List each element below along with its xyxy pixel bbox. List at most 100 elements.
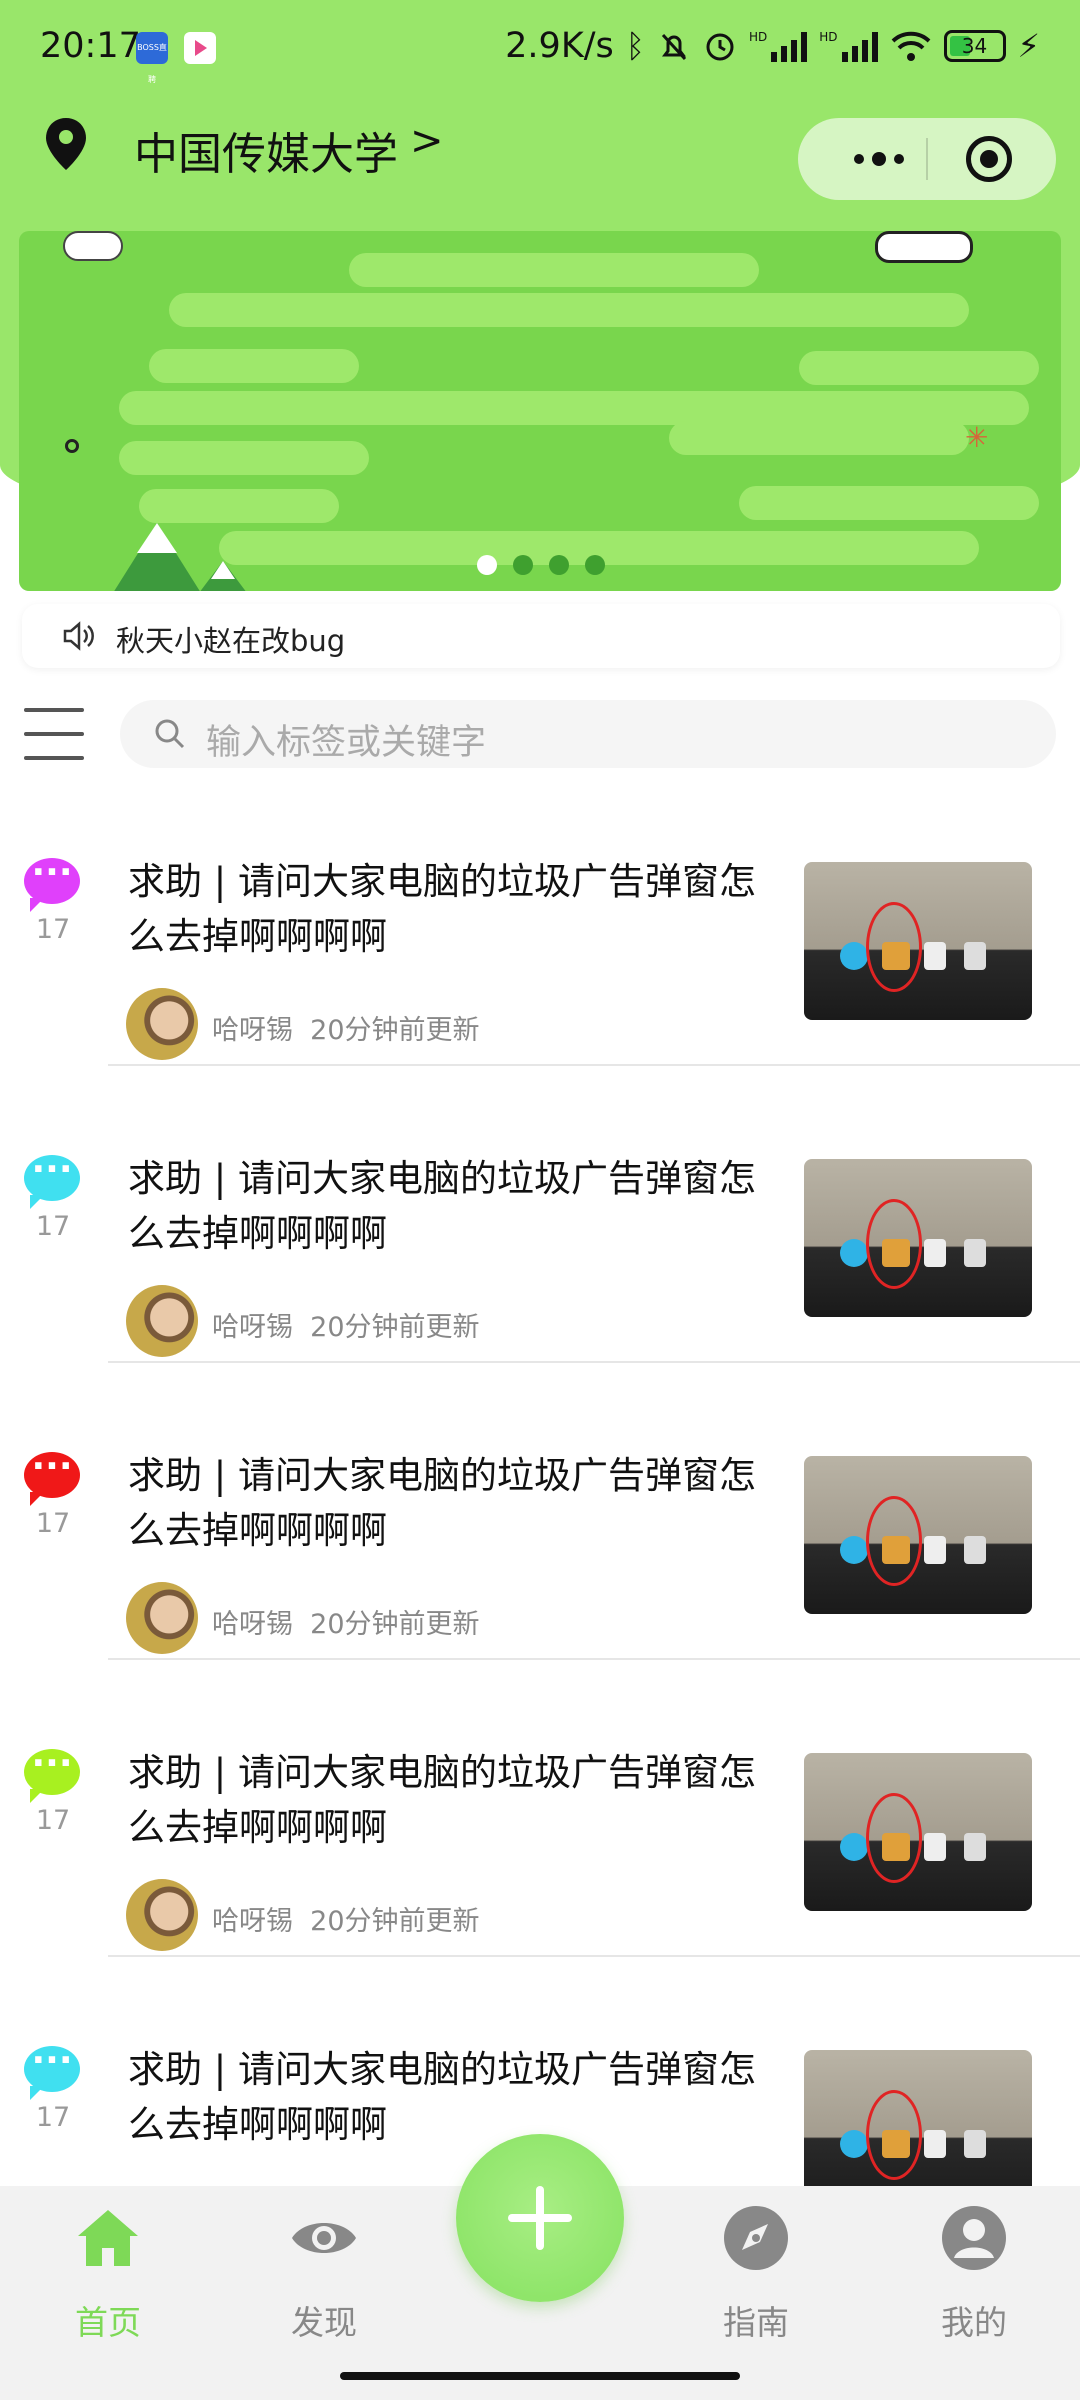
home-icon [78, 2210, 138, 2266]
post-thumbnail[interactable] [804, 1753, 1032, 1911]
signal1-label: HD [749, 30, 768, 44]
more-icon[interactable] [834, 118, 924, 200]
post-title[interactable]: 求助 | 请问大家电脑的垃圾广告弹窗怎么去掉啊啊啊啊 [128, 854, 778, 964]
status-bar: 20:17 BOSS直聘 2.9K/s ᛒ HD HD 34 ⚡ [0, 0, 1080, 96]
comment-count: 17 [35, 914, 71, 945]
post-thumbnail[interactable] [804, 1456, 1032, 1614]
banner-stripe [349, 253, 759, 287]
post-thumbnail[interactable] [804, 1159, 1032, 1317]
post-meta: 哈呀锡 20分钟前更新 [212, 1008, 480, 1047]
author-name: 哈呀锡 [212, 1906, 293, 1937]
post-title[interactable]: 求助 | 请问大家电脑的垃圾广告弹窗怎么去掉啊啊啊啊 [128, 1448, 778, 1558]
mountain-icon [193, 561, 253, 591]
banner-stripe [139, 489, 339, 523]
avatar[interactable] [126, 1582, 198, 1654]
avatar[interactable] [126, 988, 198, 1060]
signal2-label: HD [819, 30, 838, 44]
search-input[interactable]: 输入标签或关键字 [120, 700, 1056, 768]
banner-stripe [119, 391, 1029, 425]
post-thumbnail[interactable] [804, 862, 1032, 1020]
tab-home[interactable]: 首页 [38, 2186, 178, 2342]
avatar[interactable] [126, 1879, 198, 1951]
post-meta: 哈呀锡 20分钟前更新 [212, 1602, 480, 1641]
banner-pill-decoration [875, 231, 973, 263]
post-meta: 哈呀锡 20分钟前更新 [212, 1899, 480, 1938]
alarm-icon [706, 33, 734, 61]
battery-level: 34 [961, 34, 988, 58]
post-title[interactable]: 求助 | 请问大家电脑的垃圾广告弹窗怎么去掉啊啊啊啊 [128, 1151, 778, 1261]
tab-label: 我的 [941, 2303, 1007, 2342]
comment-count: 17 [35, 2102, 71, 2133]
divider [108, 1361, 1080, 1363]
avatar[interactable] [126, 1285, 198, 1357]
post-item[interactable]: 17 求助 | 请问大家电脑的垃圾广告弹窗怎么去掉啊啊啊啊 哈呀锡 20分钟前更… [0, 1709, 1080, 1957]
tab-guide[interactable]: 指南 [686, 2186, 826, 2342]
post-item[interactable]: 17 求助 | 请问大家电脑的垃圾广告弹窗怎么去掉啊啊啊啊 哈呀锡 20分钟前更… [0, 1412, 1080, 1660]
comment-count: 17 [35, 1211, 71, 1242]
comment-bubble-icon [24, 1743, 80, 1803]
carousel-indicator[interactable] [477, 555, 605, 575]
post-title[interactable]: 求助 | 请问大家电脑的垃圾广告弹窗怎么去掉啊啊啊啊 [128, 1745, 778, 1855]
close-target-icon[interactable] [966, 136, 1012, 182]
battery-icon: 34 [943, 30, 1006, 62]
post-thumbnail[interactable] [804, 2050, 1032, 2208]
signal2-icon: HD [819, 30, 878, 62]
charging-icon: ⚡ [1017, 27, 1040, 65]
tab-label: 指南 [723, 2303, 789, 2342]
updated-time: 20分钟前更新 [310, 1015, 480, 1046]
miniprogram-capsule [798, 118, 1056, 200]
eye-icon [292, 2223, 356, 2253]
boss-app-icon: BOSS直聘 [136, 32, 168, 84]
capsule-divider [926, 138, 928, 180]
post-item[interactable]: 17 求助 | 请问大家电脑的垃圾广告弹窗怎么去掉啊啊啊啊 哈呀锡 20分钟前更… [0, 818, 1080, 1066]
header: 中国传媒大学 > [0, 96, 1080, 200]
compass-icon [724, 2206, 788, 2270]
divider [108, 1955, 1080, 1957]
location-title[interactable]: 中国传媒大学 [134, 118, 398, 182]
divider [108, 1064, 1080, 1066]
author-name: 哈呀锡 [212, 1015, 293, 1046]
wifi-icon [891, 31, 930, 61]
comment-bubble-icon [24, 1446, 80, 1506]
notice-text: 秋天小赵在改bug [116, 624, 346, 658]
post-title[interactable]: 求助 | 请问大家电脑的垃圾广告弹窗怎么去掉啊啊啊啊 [128, 2042, 778, 2152]
comment-bubble-icon [24, 1149, 80, 1209]
mute-bell-icon [661, 33, 687, 61]
banner-stripe [169, 293, 969, 327]
home-indicator[interactable] [340, 2372, 740, 2380]
cloud-icon [63, 231, 123, 261]
carousel-dot[interactable] [549, 555, 569, 575]
banner-stripe [119, 441, 369, 475]
ring-decoration [65, 439, 79, 453]
post-item[interactable]: 17 求助 | 请问大家电脑的垃圾广告弹窗怎么去掉啊啊啊啊 哈呀锡 20分钟前更… [0, 1115, 1080, 1363]
carousel-dot[interactable] [585, 555, 605, 575]
author-name: 哈呀锡 [212, 1312, 293, 1343]
video-app-icon [184, 32, 216, 64]
add-post-button[interactable] [456, 2134, 624, 2302]
speaker-icon [63, 621, 94, 651]
banner-stripe [739, 486, 1039, 520]
net-speed: 2.9K/s [505, 26, 614, 66]
search-icon [155, 719, 185, 749]
carousel-dot[interactable] [513, 555, 533, 575]
bluetooth-icon: ᛒ [625, 27, 645, 65]
comment-count: 17 [35, 1508, 71, 1539]
notice-bar[interactable]: 秋天小赵在改bug [22, 604, 1060, 668]
tab-label: 发现 [291, 2303, 357, 2342]
location-pin-icon[interactable] [44, 116, 88, 172]
carousel-dot[interactable] [477, 555, 497, 575]
tab-discover[interactable]: 发现 [254, 2186, 394, 2342]
divider [108, 1658, 1080, 1660]
status-right-group: 2.9K/s ᛒ HD HD 34 ⚡ [505, 26, 1040, 66]
user-icon [942, 2206, 1006, 2270]
banner-carousel[interactable]: ✳ [19, 231, 1061, 591]
tab-profile[interactable]: 我的 [904, 2186, 1044, 2342]
search-placeholder: 输入标签或关键字 [206, 723, 487, 763]
chevron-right-icon[interactable]: > [410, 118, 444, 164]
firework-decoration: ✳ [965, 421, 989, 454]
comment-bubble-icon [24, 2040, 80, 2100]
search-row: 输入标签或关键字 [0, 696, 1080, 776]
status-time: 20:17 [40, 26, 141, 66]
menu-icon[interactable] [24, 708, 84, 760]
banner-stripe [799, 351, 1039, 385]
